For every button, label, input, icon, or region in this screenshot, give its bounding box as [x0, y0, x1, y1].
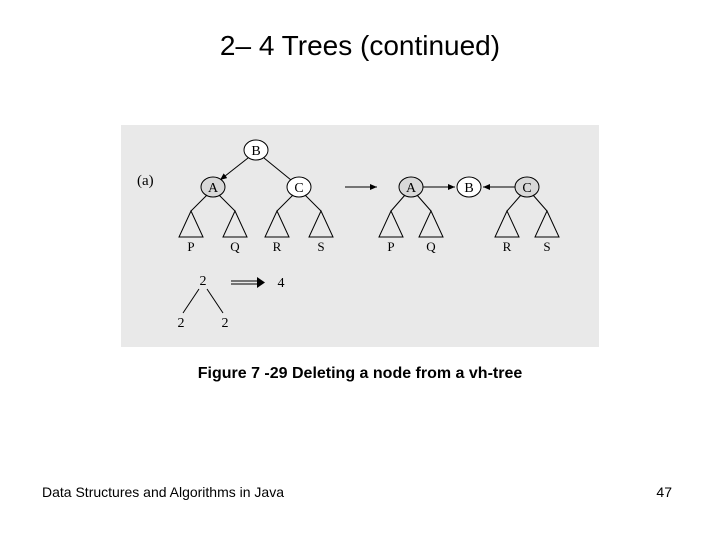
- tri-p2: [379, 211, 403, 237]
- edge-c2-r: [507, 195, 521, 211]
- node-a-label: A: [208, 181, 219, 196]
- frag-leaf-r: 2: [222, 316, 229, 331]
- node-root-b-label: B: [251, 144, 260, 159]
- tri-r: [265, 211, 289, 237]
- footer-source: Data Structures and Algorithms in Java: [42, 484, 284, 500]
- diagram-svg: (a) B A C P Q R: [121, 125, 599, 347]
- tri-p: [179, 211, 203, 237]
- tri-s: [309, 211, 333, 237]
- edge-c-s: [305, 195, 321, 211]
- tri-q2: [419, 211, 443, 237]
- slide-title: 2– 4 Trees (continued): [0, 30, 720, 62]
- tri-r2: [495, 211, 519, 237]
- node-a2-label: A: [406, 181, 417, 196]
- tri-s2: [535, 211, 559, 237]
- slide: 2– 4 Trees (continued) (a) B A C P Q: [0, 0, 720, 540]
- edge-b-a: [220, 158, 248, 180]
- node-b2-label: B: [464, 181, 473, 196]
- node-c-label: C: [294, 181, 303, 196]
- frag-top: 2: [200, 274, 207, 289]
- edge-a-q: [219, 195, 235, 211]
- edge-c-r: [277, 195, 293, 211]
- footer-page-number: 47: [656, 484, 672, 500]
- frag-leaf-l: 2: [178, 316, 185, 331]
- panel-label: (a): [137, 173, 154, 189]
- leaf-r2: R: [503, 239, 512, 254]
- leaf-s: S: [317, 239, 324, 254]
- leaf-r: R: [273, 239, 282, 254]
- edge-a-p: [191, 195, 207, 211]
- figure-caption: Figure 7 -29 Deleting a node from a vh-t…: [0, 365, 720, 383]
- edge-b-c: [264, 158, 291, 180]
- leaf-s2: S: [543, 239, 550, 254]
- edge-a2-q: [417, 195, 431, 211]
- frag-edge-r: [207, 289, 223, 313]
- edge-c2-s: [533, 195, 547, 211]
- node-c2-label: C: [522, 181, 531, 196]
- edge-a2-p: [391, 195, 405, 211]
- leaf-p2: P: [387, 239, 394, 254]
- leaf-q: Q: [230, 239, 240, 254]
- leaf-q2: Q: [426, 239, 436, 254]
- tri-q: [223, 211, 247, 237]
- leaf-p: P: [187, 239, 194, 254]
- frag-result: 4: [278, 276, 285, 291]
- figure-panel: (a) B A C P Q R: [121, 125, 599, 347]
- frag-arrow-head: [257, 277, 265, 288]
- frag-edge-l: [183, 289, 199, 313]
